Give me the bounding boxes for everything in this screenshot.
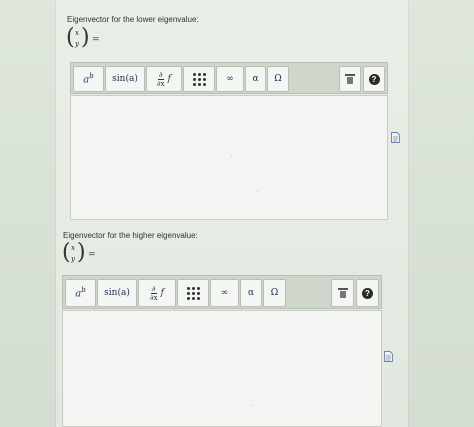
- higher-eigenvector-prompt: Eigenvector for the higher eigenvalue:: [63, 231, 198, 240]
- power-label: ab: [83, 72, 94, 86]
- sin-label: sin(a): [104, 288, 130, 298]
- trash-button[interactable]: [339, 66, 361, 92]
- omega-label: Ω: [270, 288, 279, 298]
- document-icon[interactable]: [384, 351, 393, 362]
- higher-vector-label: ( x y ) =: [62, 241, 102, 267]
- higher-answer-editor: ab sin(a) ∂ ∂x f ∞ α Ω ?: [62, 275, 382, 427]
- sin-button[interactable]: sin(a): [105, 66, 145, 92]
- lower-vector-label: ( x y ) =: [66, 26, 106, 52]
- omega-button[interactable]: Ω: [267, 66, 289, 92]
- answer-input-area[interactable]: [70, 95, 388, 220]
- omega-button[interactable]: Ω: [263, 279, 286, 307]
- cursor-dot: [257, 191, 259, 193]
- matrix-icon: [192, 72, 206, 86]
- help-button[interactable]: ?: [363, 66, 385, 92]
- matrix-button[interactable]: [183, 66, 215, 92]
- trash-icon: [337, 288, 348, 298]
- infinity-button[interactable]: ∞: [210, 279, 239, 307]
- answer-input-area[interactable]: [62, 310, 382, 427]
- infinity-label: ∞: [226, 74, 234, 84]
- help-button[interactable]: ?: [356, 279, 379, 307]
- power-button[interactable]: ab: [73, 66, 104, 92]
- power-label: ab: [75, 286, 86, 300]
- vector-y: y: [75, 40, 79, 48]
- derivative-button[interactable]: ∂ ∂x f: [146, 66, 182, 92]
- infinity-label: ∞: [220, 288, 229, 298]
- left-paren: (: [62, 240, 71, 265]
- matrix-icon: [186, 286, 200, 300]
- document-icon[interactable]: [391, 132, 400, 143]
- alpha-button[interactable]: α: [240, 279, 262, 307]
- infinity-button[interactable]: ∞: [216, 66, 244, 92]
- lower-answer-editor: ab sin(a) ∂ ∂x f ∞ α Ω ?: [70, 62, 388, 220]
- alpha-button[interactable]: α: [245, 66, 266, 92]
- matrix-button[interactable]: [177, 279, 209, 307]
- power-button[interactable]: ab: [65, 279, 96, 307]
- left-paren: (: [66, 25, 75, 50]
- math-toolbar: ab sin(a) ∂ ∂x f ∞ α Ω ?: [62, 275, 382, 309]
- cursor-dot: [231, 156, 233, 158]
- trash-icon: [345, 74, 355, 84]
- equals-sign: =: [92, 35, 100, 45]
- omega-label: Ω: [274, 74, 282, 84]
- help-icon: ?: [362, 287, 373, 299]
- vector-y: y: [71, 255, 75, 263]
- alpha-label: α: [247, 288, 255, 298]
- sin-button[interactable]: sin(a): [97, 279, 137, 307]
- vector-x: x: [75, 29, 79, 37]
- lower-eigenvector-prompt: Eigenvector for the lower eigenvalue:: [67, 15, 199, 24]
- math-toolbar: ab sin(a) ∂ ∂x f ∞ α Ω ?: [70, 62, 388, 94]
- sin-label: sin(a): [112, 74, 138, 84]
- derivative-button[interactable]: ∂ ∂x f: [138, 279, 176, 307]
- trash-button[interactable]: [331, 279, 354, 307]
- alpha-label: α: [252, 74, 259, 84]
- derivative-label: ∂ ∂x f: [150, 284, 164, 302]
- right-paren: ): [81, 25, 90, 50]
- help-icon: ?: [368, 73, 380, 85]
- vector-x: x: [71, 244, 75, 252]
- cursor-dot: [251, 405, 253, 407]
- equals-sign: =: [88, 250, 96, 260]
- derivative-label: ∂ ∂x f: [157, 70, 171, 88]
- right-paren: ): [77, 240, 86, 265]
